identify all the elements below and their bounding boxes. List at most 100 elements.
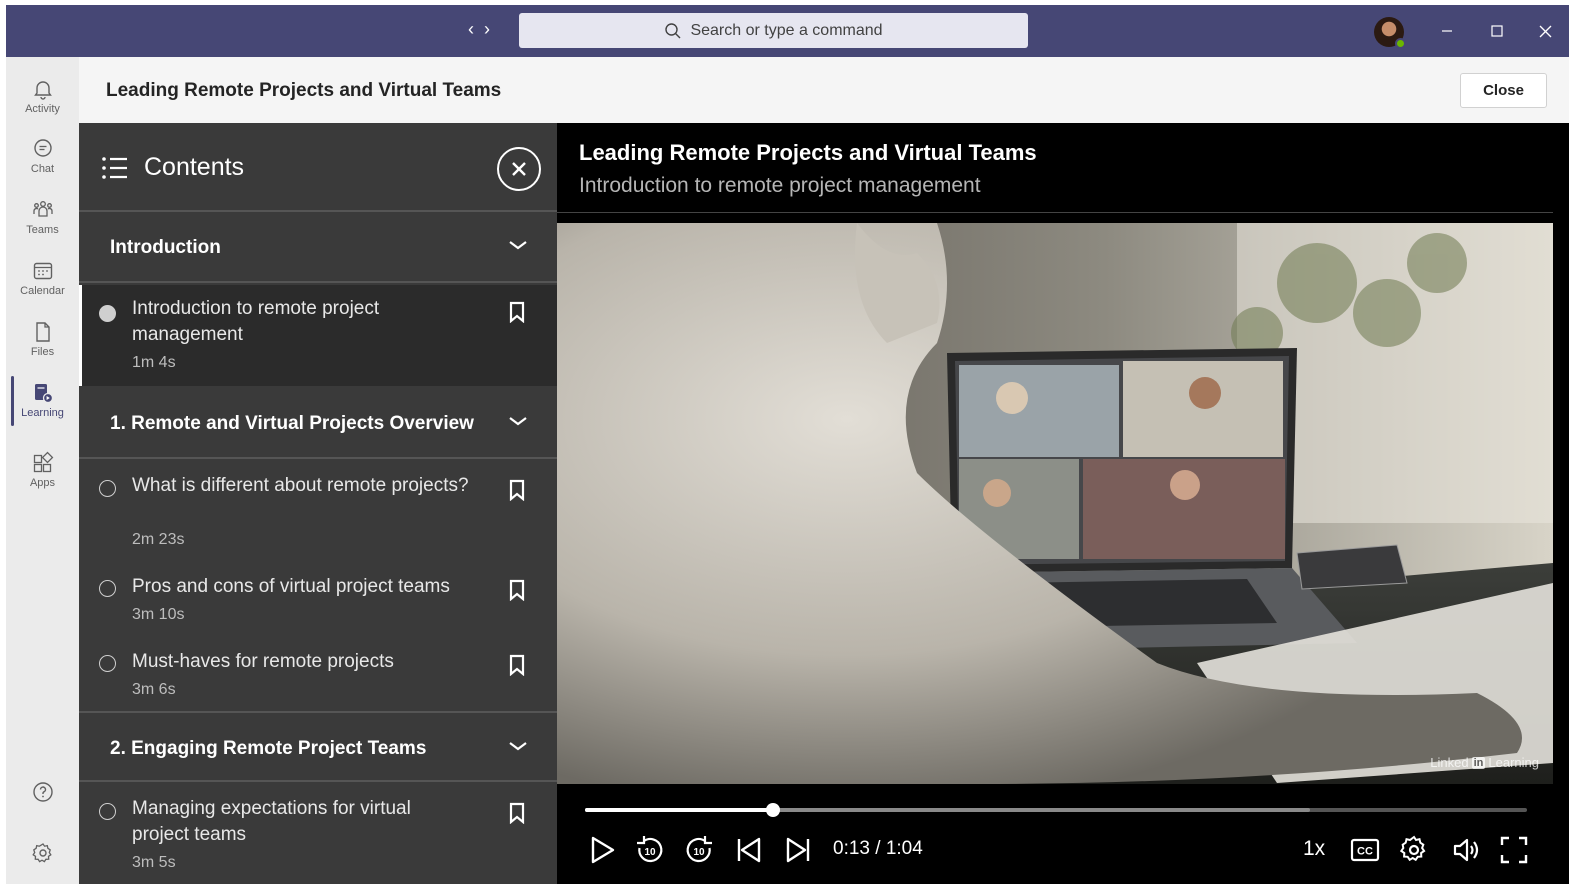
item-title: Managing expectations for virtual projec…	[132, 798, 411, 845]
help-button[interactable]	[6, 763, 79, 821]
forward-10-icon: 10	[686, 836, 712, 863]
progress-indicator-icon	[99, 305, 116, 322]
video-title: Introduction to remote project managemen…	[579, 174, 981, 197]
rail-label: Teams	[26, 224, 59, 236]
file-icon	[35, 322, 50, 342]
watermark-left: Linked	[1430, 755, 1469, 770]
learning-icon	[34, 384, 53, 404]
cc-label: CC	[1357, 846, 1373, 858]
rail-item-chat[interactable]: Chat	[6, 127, 79, 185]
item-title: Pros and cons of virtual project teams	[132, 576, 450, 597]
section-header[interactable]: Introduction	[79, 212, 557, 283]
chevron-down-icon	[509, 417, 527, 426]
rail-label: Files	[30, 346, 55, 358]
video-frame[interactable]: Linked in Learning	[557, 223, 1553, 784]
search-placeholder: Search or type a command	[690, 21, 883, 39]
close-icon	[512, 162, 526, 176]
rail-item-calendar[interactable]: Calendar	[6, 249, 79, 307]
presence-available-icon	[1395, 38, 1406, 49]
player-settings-button[interactable]	[1397, 833, 1431, 867]
section-title: Introduction	[110, 237, 221, 258]
close-icon	[1539, 25, 1551, 37]
page-title: Leading Remote Projects and Virtual Team…	[106, 80, 502, 101]
volume-button[interactable]	[1450, 833, 1484, 867]
rail-item-files[interactable]: Files	[6, 310, 79, 368]
rail-item-learning[interactable]: Learning	[6, 371, 79, 429]
item-duration: 3m 6s	[132, 681, 176, 698]
bookmark-icon[interactable]	[509, 654, 525, 676]
rail-label: Apps	[29, 477, 56, 489]
item-title: What is different about remote projects?	[132, 475, 469, 496]
contents-panel: Contents Introduction Introduction to re…	[79, 123, 557, 884]
played-range	[585, 808, 774, 812]
close-window-button[interactable]	[1530, 17, 1560, 45]
time-display: 0:13 / 1:04	[833, 838, 923, 859]
back-arrow-icon[interactable]: ‹	[468, 19, 474, 40]
app-rail: Activity Chat Teams Calendar Files Learn…	[6, 57, 79, 884]
rail-item-apps[interactable]: Apps	[6, 441, 79, 499]
previous-button[interactable]	[732, 833, 766, 867]
calendar-icon	[33, 262, 52, 280]
replay-10-button[interactable]: 10	[633, 833, 667, 867]
rail-label: Activity	[25, 103, 60, 115]
close-button[interactable]: Close	[1460, 73, 1547, 108]
chevron-down-icon	[509, 241, 527, 250]
settings-button[interactable]	[6, 824, 79, 882]
list-icon	[102, 157, 127, 179]
search-input[interactable]: Search or type a command	[519, 13, 1028, 48]
section-header[interactable]: 2. Engaging Remote Project Teams	[79, 711, 557, 782]
rail-label: Calendar	[20, 285, 65, 297]
skip-previous-icon	[737, 837, 761, 863]
play-icon	[591, 836, 615, 864]
rail-item-teams[interactable]: Teams	[6, 188, 79, 246]
section-header[interactable]: 1. Remote and Virtual Projects Overview	[79, 388, 557, 459]
progress-indicator-icon	[99, 655, 116, 672]
section-title: 1. Remote and Virtual Projects Overview	[110, 413, 474, 434]
forward-seconds: 10	[693, 847, 705, 858]
gear-icon	[31, 843, 52, 863]
close-contents-button[interactable]	[497, 147, 541, 191]
fullscreen-icon	[1500, 836, 1528, 864]
play-button[interactable]	[585, 833, 619, 867]
skip-next-icon	[786, 837, 810, 863]
watermark-in: in	[1471, 756, 1486, 769]
maximize-button[interactable]	[1482, 17, 1512, 45]
next-button[interactable]	[781, 833, 815, 867]
minimize-button[interactable]	[1432, 17, 1462, 45]
divider	[557, 212, 1553, 213]
playback-speed-button[interactable]: 1x	[1303, 837, 1325, 861]
chevron-down-icon	[509, 742, 527, 751]
progress-bar[interactable]	[585, 803, 1527, 817]
bookmark-icon[interactable]	[509, 579, 525, 601]
bookmark-icon[interactable]	[509, 301, 525, 323]
bookmark-icon[interactable]	[509, 479, 525, 501]
rewind-10-icon: 10	[637, 836, 663, 863]
volume-icon	[1453, 838, 1479, 862]
scrubber-handle[interactable]	[766, 803, 781, 817]
list-item[interactable]: Pros and cons of virtual project teams 3…	[79, 561, 557, 635]
bookmark-icon[interactable]	[509, 802, 525, 824]
minimize-icon	[1442, 30, 1452, 32]
list-item[interactable]: Managing expectations for virtual projec…	[79, 784, 557, 884]
item-duration: 1m 4s	[132, 354, 176, 371]
captions-button[interactable]: CC	[1348, 833, 1382, 867]
item-duration: 2m 23s	[132, 531, 185, 548]
history-nav: ‹ ›	[468, 19, 490, 40]
maximize-icon	[1491, 25, 1503, 37]
list-item[interactable]: Introduction to remote project managemen…	[79, 285, 557, 386]
rail-label: Learning	[21, 407, 64, 419]
search-icon	[665, 22, 681, 38]
forward-arrow-icon[interactable]: ›	[484, 19, 490, 40]
progress-indicator-icon	[99, 580, 116, 597]
contents-title: Contents	[144, 153, 245, 181]
forward-10-button[interactable]: 10	[682, 833, 716, 867]
apps-icon	[33, 451, 53, 473]
list-item[interactable]: Must-haves for remote projects 3m 6s	[79, 635, 557, 709]
list-item[interactable]: What is different about remote projects?…	[79, 461, 557, 559]
page-header: Leading Remote Projects and Virtual Team…	[79, 57, 1569, 123]
teams-icon	[32, 201, 53, 217]
item-title: Must-haves for remote projects	[132, 651, 394, 672]
fullscreen-button[interactable]	[1497, 833, 1531, 867]
rail-item-activity[interactable]: Activity	[6, 67, 79, 125]
replay-seconds: 10	[644, 847, 656, 858]
